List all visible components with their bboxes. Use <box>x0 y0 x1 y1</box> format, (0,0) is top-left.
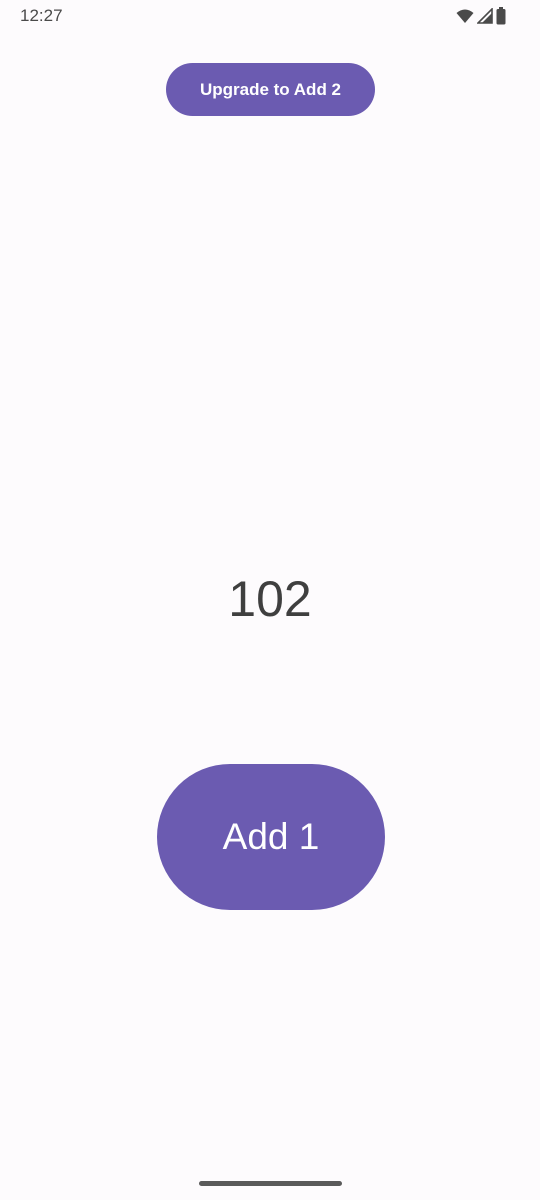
battery-icon <box>496 7 506 25</box>
add-one-button[interactable]: Add 1 <box>157 764 385 910</box>
counter-value: 102 <box>228 571 312 627</box>
upgrade-button[interactable]: Upgrade to Add 2 <box>166 63 375 116</box>
signal-icon <box>476 7 493 24</box>
status-bar: 12:27 <box>0 0 540 34</box>
wifi-icon <box>456 9 474 24</box>
navigation-handle[interactable] <box>199 1181 342 1186</box>
status-icons <box>456 7 506 25</box>
status-time: 12:27 <box>20 6 63 25</box>
